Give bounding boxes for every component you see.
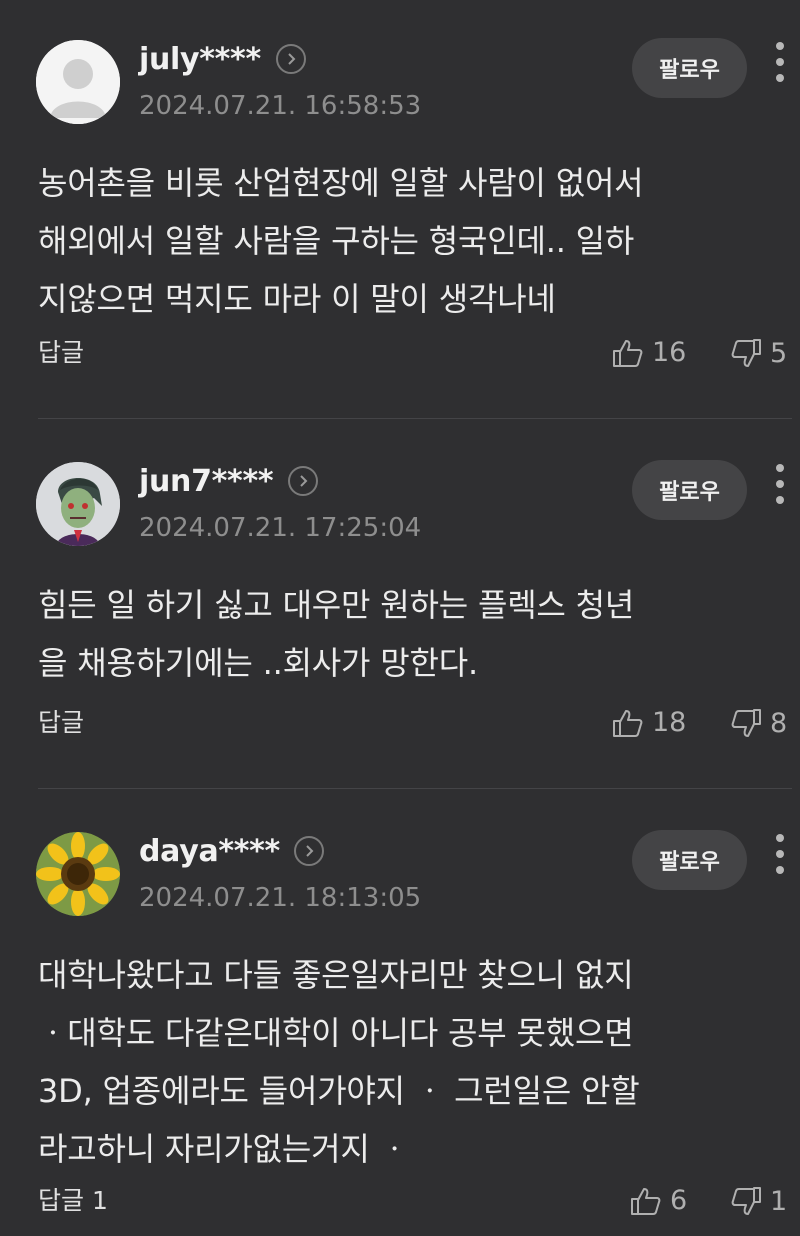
divider [38,418,792,419]
dislike-count: 1 [770,1186,788,1217]
thumbs-up-icon [631,1188,661,1215]
more-icon[interactable] [774,42,786,88]
more-icon[interactable] [774,834,786,880]
dislike-count: 5 [770,338,788,369]
thumbs-down-icon [731,1187,761,1215]
comment-line: 해외에서 일할 사람을 구하는 형국인데.. 일하 [38,222,635,260]
divider [38,788,792,789]
thumbs-down-icon [731,709,761,737]
profile-arrow-icon[interactable] [276,44,306,74]
comment-text: 힘든 일 하기 싫고 대우만 원하는 플렉스 청년 을 채용하기에는 ..회사가… [38,576,758,692]
follow-button[interactable]: 팔로우 [632,38,747,98]
avatar[interactable] [36,462,120,546]
follow-button[interactable]: 팔로우 [632,460,747,520]
reply-button[interactable]: 답글 [38,708,84,738]
dislike-button[interactable]: 8 [730,708,787,740]
comment-text: 대학나왔다고 다들 좋은일자리만 찾으니 없지 ㆍ대학도 다같은대학이 아니다 … [38,946,758,1178]
timestamp: 2024.07.21. 17:25:04 [139,513,422,543]
reply-button[interactable]: 답글 1 [38,1186,108,1216]
comment-line: 지않으면 먹지도 마라 이 말이 생각나네 [38,280,556,318]
more-icon[interactable] [774,464,786,510]
like-button[interactable]: 18 [612,708,686,738]
comment-text: 농어촌을 비롯 산업현장에 일할 사람이 없어서 해외에서 일할 사람을 구하는… [38,154,758,328]
avatar[interactable] [36,832,120,916]
dislike-count: 8 [770,708,788,739]
comment-line: 대학나왔다고 다들 좋은일자리만 찾으니 없지 [38,956,634,994]
comment-line: 라고하니 자리가없는거지 ㆍ [38,1130,409,1168]
like-count: 16 [652,337,687,368]
dislike-button[interactable]: 5 [730,338,787,370]
profile-arrow-icon[interactable] [294,836,324,866]
comment-line: ㆍ대학도 다같은대학이 아니다 공부 못했으면 [38,1014,634,1052]
thumbs-up-icon [613,710,643,737]
like-count: 18 [652,707,687,738]
avatar[interactable] [36,40,120,124]
username[interactable]: jun7**** [139,464,274,500]
username[interactable]: daya**** [139,834,280,870]
timestamp: 2024.07.21. 18:13:05 [139,883,422,913]
thumbs-up-icon [613,340,643,367]
comment-line: 농어촌을 비롯 산업현장에 일할 사람이 없어서 [38,164,644,202]
like-button[interactable]: 16 [612,338,686,368]
dislike-button[interactable]: 1 [730,1186,787,1218]
comment-line: 을 채용하기에는 ..회사가 망한다. [38,644,478,682]
profile-arrow-icon[interactable] [288,466,318,496]
comment-line: 3D, 업종에라도 들어가야지 ㆍ 그런일은 안할 [38,1072,640,1110]
username[interactable]: july**** [139,42,261,78]
like-button[interactable]: 6 [630,1186,687,1216]
thumbs-down-icon [731,339,761,367]
timestamp: 2024.07.21. 16:58:53 [139,91,422,121]
like-count: 6 [670,1185,688,1216]
reply-button[interactable]: 답글 [38,338,84,368]
comment-line: 힘든 일 하기 싫고 대우만 원하는 플렉스 청년 [38,586,635,624]
follow-button[interactable]: 팔로우 [632,830,747,890]
